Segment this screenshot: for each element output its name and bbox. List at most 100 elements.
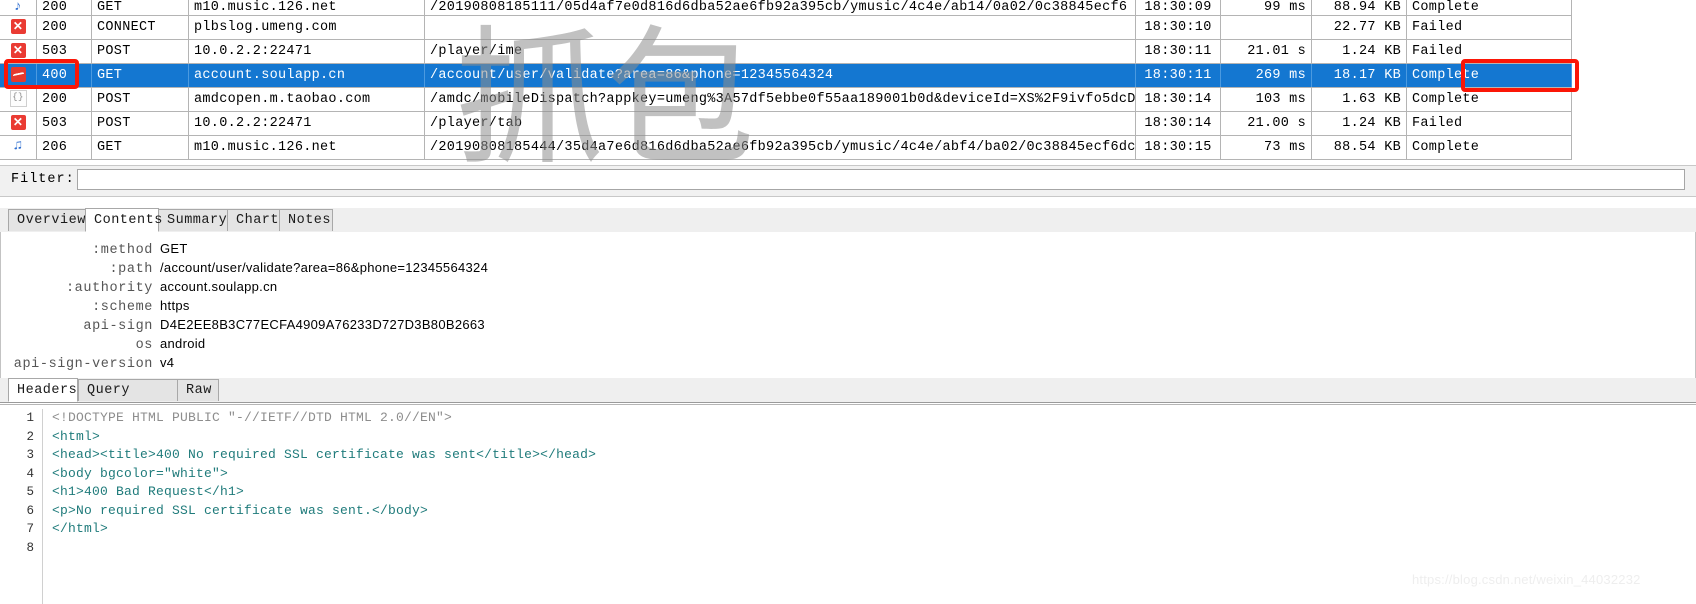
code-line-text: <!DOCTYPE HTML PUBLIC "-//IETF//DTD HTML…	[52, 410, 453, 425]
method-cell: GET	[91, 63, 189, 88]
host-cell: plbslog.umeng.com	[188, 15, 425, 40]
status-cell: Failed	[1406, 39, 1572, 64]
code-line: <body bgcolor="white">	[52, 465, 1696, 484]
row-icon-cell: ✕	[0, 39, 37, 64]
code-line: <!DOCTYPE HTML PUBLIC "-//IETF//DTD HTML…	[52, 409, 1696, 428]
duration-cell: 73 ms	[1220, 135, 1312, 160]
tab-notes[interactable]: Notes	[279, 209, 333, 231]
status-code-cell: 206	[36, 135, 92, 160]
status-cell: Complete	[1406, 0, 1572, 16]
code-line: </html>	[52, 520, 1696, 539]
content-tabstrip: Overview Contents Summary Chart Notes	[0, 208, 1696, 233]
method-cell: GET	[91, 0, 189, 16]
time-cell: 18:30:11	[1135, 39, 1221, 64]
code-line-text: <html>	[52, 428, 101, 444]
duration-cell: 21.00 s	[1220, 111, 1312, 136]
method-cell: POST	[91, 39, 189, 64]
duration-cell: 99 ms	[1220, 0, 1312, 16]
table-row-selected[interactable]: 400 GET account.soulapp.cn /account/user…	[0, 63, 1572, 88]
header-value: D4E2EE8B3C77ECFA4909A76233D727D3B80B2663	[160, 317, 485, 332]
status-cell: Complete	[1406, 63, 1572, 88]
code-lines: <!DOCTYPE HTML PUBLIC "-//IETF//DTD HTML…	[52, 409, 1696, 557]
host-cell: m10.music.126.net	[188, 0, 425, 16]
line-number: 6	[26, 503, 34, 518]
line-number: 4	[26, 466, 34, 481]
path-cell: /player/tab	[424, 111, 1136, 136]
host-cell: 10.0.2.2:22471	[188, 39, 425, 64]
size-cell: 1.24 KB	[1311, 39, 1407, 64]
table-row[interactable]: ♪ 200 GET m10.music.126.net /20190808185…	[0, 0, 1572, 16]
code-line: <p>No required SSL certificate was sent.…	[52, 502, 1696, 521]
table-row[interactable]: ✕ 200 CONNECT plbslog.umeng.com 18:30:10…	[0, 15, 1572, 40]
path-cell: /20190808185444/35d4a7e6d816d6dba52ae6fb…	[424, 135, 1136, 160]
table-row[interactable]: {} 200 POST amdcopen.m.taobao.com /amdc/…	[0, 87, 1572, 112]
status-cell: Failed	[1406, 15, 1572, 40]
header-row: :method GET	[1, 239, 1695, 258]
time-cell: 18:30:10	[1135, 15, 1221, 40]
duration-cell: 21.01 s	[1220, 39, 1312, 64]
status-code-cell: 200	[36, 15, 92, 40]
path-cell	[424, 15, 1136, 40]
status-cell: Complete	[1406, 135, 1572, 160]
header-row: :scheme https	[1, 296, 1695, 315]
code-line: <h1>400 Bad Request</h1>	[52, 483, 1696, 502]
size-cell: 88.54 KB	[1311, 135, 1407, 160]
tab-overview[interactable]: Overview	[8, 209, 86, 231]
method-cell: POST	[91, 111, 189, 136]
host-cell: 10.0.2.2:22471	[188, 111, 425, 136]
row-icon-cell: {}	[0, 87, 37, 112]
session-list-table[interactable]: ♪ 200 GET m10.music.126.net /20190808185…	[0, 0, 1572, 160]
line-number: 5	[26, 485, 34, 499]
response-body-pane[interactable]: 1 2 3 4 5 6 7 8 <!DOCTYPE HTML PUBLIC "-…	[0, 404, 1696, 604]
row-icon-cell	[0, 63, 37, 88]
line-number: 7	[26, 522, 34, 536]
tab-summary[interactable]: Summary	[158, 209, 228, 231]
status-code-cell: 400	[36, 63, 92, 88]
code-line: <html>	[52, 428, 1696, 447]
line-number: 1	[26, 411, 34, 425]
header-row: api-sign D4E2EE8B3C77ECFA4909A76233D727D3…	[1, 315, 1695, 334]
header-row: :path/account/user/validate?area=86&phon…	[1, 258, 1695, 277]
host-cell: m10.music.126.net	[188, 135, 425, 160]
header-value: android	[160, 336, 206, 351]
table-row[interactable]: ✕ 503 POST 10.0.2.2:22471 /player/tab 18…	[0, 111, 1572, 136]
table-row[interactable]: ♫ 206 GET m10.music.126.net /20190808185…	[0, 135, 1572, 160]
host-cell: account.soulapp.cn	[188, 63, 425, 88]
headers-pane[interactable]: :method GET :path/account/user/validate?a…	[0, 232, 1696, 378]
status-cell: Complete	[1406, 87, 1572, 112]
header-key: api-sign-version	[13, 357, 153, 372]
line-number: 8	[26, 540, 34, 555]
header-value: v4	[160, 355, 175, 370]
headers-tabstrip: Headers Query String Raw	[0, 378, 1696, 420]
size-cell: 1.63 KB	[1311, 87, 1407, 112]
filter-input[interactable]	[77, 169, 1685, 190]
json-icon: {}	[9, 89, 27, 107]
line-number: 2	[26, 429, 34, 444]
host-cell: amdcopen.m.taobao.com	[188, 87, 425, 112]
filter-bar: Filter:	[0, 165, 1696, 197]
path-cell: /player/ime	[424, 39, 1136, 64]
row-icon-cell: ♫	[0, 135, 37, 160]
time-cell: 18:30:15	[1135, 135, 1221, 160]
status-code-cell: 503	[36, 111, 92, 136]
line-number-gutter: 1 2 3 4 5 6 7 8	[0, 409, 43, 604]
code-line: <head><title>400 No required SSL certifi…	[52, 446, 1696, 465]
table-row[interactable]: ✕ 503 POST 10.0.2.2:22471 /player/ime 18…	[0, 39, 1572, 64]
size-cell: 18.17 KB	[1311, 63, 1407, 88]
method-cell: CONNECT	[91, 15, 189, 40]
duration-cell: 103 ms	[1220, 87, 1312, 112]
header-row: os android	[1, 334, 1695, 353]
header-value: GET	[160, 241, 188, 256]
tab-headers[interactable]: Headers	[8, 378, 78, 402]
tab-query-string[interactable]: Query String	[78, 379, 178, 420]
path-cell: /account/user/validate?area=86&phone=123…	[424, 63, 1136, 88]
duration-cell: 269 ms	[1220, 63, 1312, 88]
size-cell: 88.94 KB	[1311, 0, 1407, 16]
tab-chart[interactable]: Chart	[227, 209, 280, 231]
header-row: api-sign-version v4	[1, 353, 1695, 372]
header-value: /account/user/validate?area=86&phone=123…	[160, 260, 489, 275]
error-icon: ✕	[10, 18, 26, 34]
tab-raw[interactable]: Raw	[177, 379, 219, 401]
tab-contents[interactable]: Contents	[85, 208, 162, 232]
